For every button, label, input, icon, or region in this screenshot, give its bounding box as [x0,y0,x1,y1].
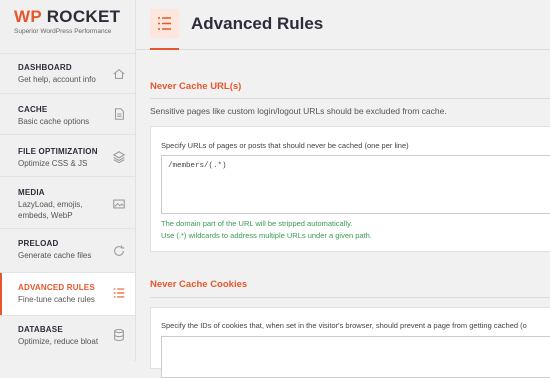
field-label: Specify URLs of pages or posts that shou… [161,141,409,150]
never-cache-urls-panel: Specify URLs of pages or posts that shou… [150,126,550,252]
main-content: Advanced Rules Never Cache URL(s) Sensit… [136,0,550,378]
never-cache-urls-textarea[interactable]: /members/(.*) [161,155,550,214]
layers-icon [112,151,126,164]
sidebar-item-database[interactable]: DATABASE Optimize, reduce bloat [0,315,135,361]
database-icon [114,328,124,342]
list-icon [113,288,125,298]
never-cache-cookies-panel: Specify the IDs of cookies that, when se… [150,307,550,378]
header-icon [150,9,179,38]
sidebar-item-advanced-rules[interactable]: ADVANCED RULES Fine-tune cache rules [0,272,135,315]
wp-rocket-logo[interactable]: WP ROCKET Superior WordPress Performance [0,0,135,53]
hint-text: Use (.*) wildcards to address multiple U… [161,231,372,240]
textarea-value: /members/(.*) [168,162,227,170]
section-divider [150,297,550,298]
header-divider [136,49,550,50]
sidebar-item-dashboard[interactable]: DASHBOARD Get help, account info [0,53,135,93]
sidebar-item-cache[interactable]: CACHE Basic cache options [0,93,135,134]
sidebar-item-preload[interactable]: PRELOAD Generate cache files [0,228,135,272]
sidebar-item-file-optimization[interactable]: FILE OPTIMIZATION Optimize CSS & JS [0,134,135,176]
sidebar-item-title: MEDIA [18,188,45,197]
section-desc: Sensitive pages like custom login/logout… [150,106,447,116]
page-title: Advanced Rules [191,14,324,33]
section-title-never-cache-cookies: Never Cache Cookies [150,279,248,290]
sidebar: WP ROCKET Superior WordPress Performance… [0,0,136,361]
field-label: Specify the IDs of cookies that, when se… [161,321,527,330]
list-icon [158,17,171,30]
header-accent-bar [150,48,179,50]
sidebar-item-media[interactable]: MEDIA LazyLoad, emojis, embeds, WebP [0,176,135,228]
hint-text: The domain part of the URL will be strip… [161,219,353,228]
logo-tagline: Superior WordPress Performance [14,28,112,35]
logo-rocket: ROCKET [46,7,121,26]
logo-wp: WP [14,7,42,26]
section-divider [150,98,550,99]
sidebar-item-desc: LazyLoad, emojis, embeds, WebP [18,200,83,220]
image-icon [113,199,125,209]
home-icon [113,68,125,79]
never-cache-cookies-textarea[interactable] [161,336,550,378]
section-title-never-cache-urls: Never Cache URL(s) [150,81,242,92]
refresh-icon [114,245,125,256]
file-icon [114,108,124,120]
